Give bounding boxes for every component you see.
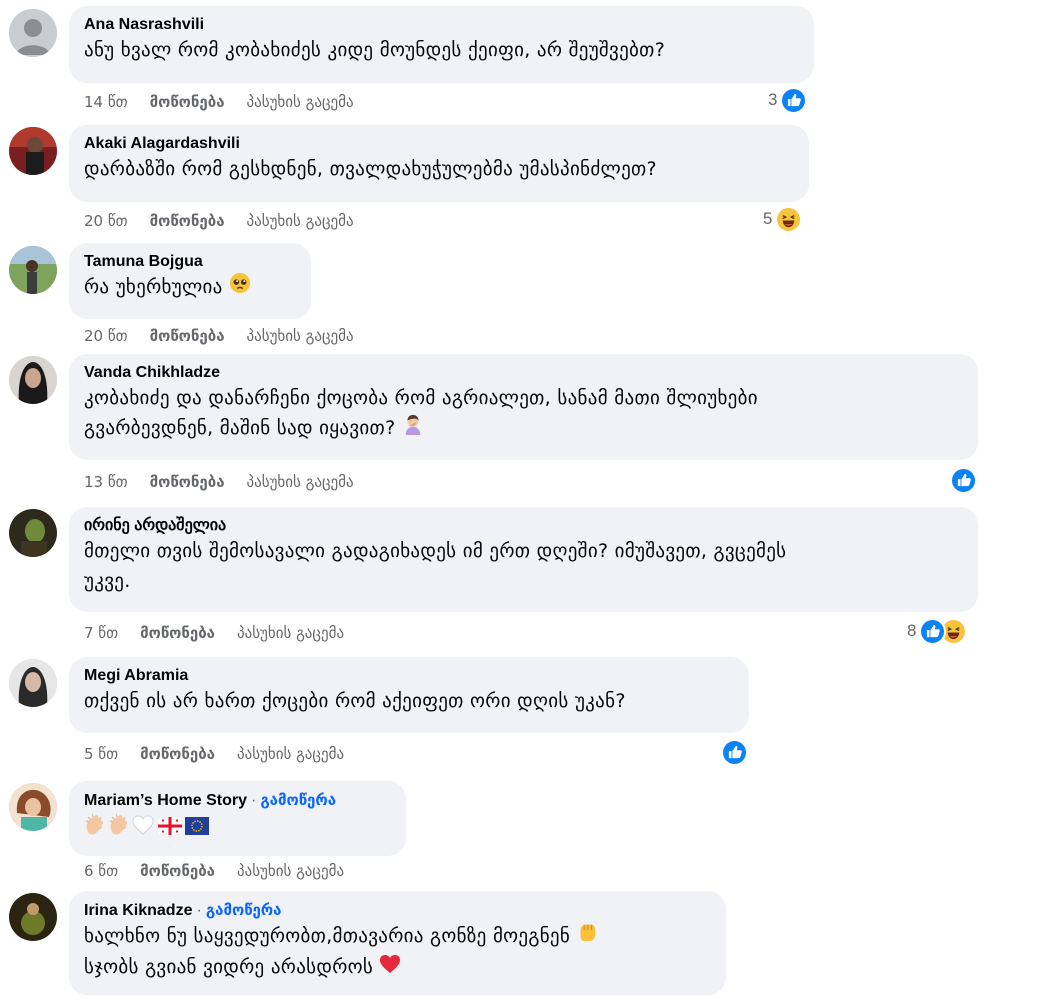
reaction-count: 5 — [763, 209, 773, 228]
reply-button[interactable]: პასუხის გაცემა — [237, 744, 344, 764]
comment-time[interactable]: 14 წთ — [84, 92, 128, 112]
comment-bubble: Ana Nasrashvili ანუ ხვალ რომ კობახიძეს კ… — [69, 6, 814, 83]
like-button[interactable]: მოწონება — [140, 744, 215, 764]
raised-fist-icon — [576, 921, 598, 952]
like-icon — [721, 738, 748, 766]
comment-time[interactable]: 13 წთ — [84, 472, 128, 492]
comment-time[interactable]: 20 წთ — [84, 326, 128, 346]
avatar[interactable] — [9, 356, 57, 404]
reaction-summary[interactable]: 5 — [763, 205, 803, 233]
comment-bubble: Vanda Chikhladze კობახიძე და დანარჩენი ქ… — [69, 354, 978, 460]
comment-actions: 14 წთ მოწონება პასუხის გაცემა — [84, 92, 354, 112]
comment-bubble: Akaki Alagardashvili დარბაზში რომ გესხდნ… — [69, 125, 809, 202]
comment-author[interactable]: Megi Abramia — [84, 667, 188, 684]
comment-bubble: ირინე არდაშელია მთელი თვის შემოსავალი გა… — [69, 507, 978, 612]
comment-author[interactable]: Akaki Alagardashvili — [84, 135, 240, 152]
comment-actions: 6 წთ მოწონება პასუხის გაცემა — [84, 861, 344, 881]
like-icon — [919, 617, 947, 645]
eu-flag-icon — [185, 814, 209, 844]
avatar[interactable] — [9, 9, 57, 57]
comment-author[interactable]: ირინე არდაშელია — [84, 517, 226, 534]
pleading-face-icon — [229, 272, 251, 303]
reply-button[interactable]: პასუხის გაცემა — [247, 211, 354, 231]
like-button[interactable]: მოწონება — [150, 326, 225, 346]
clapping-hands-icon — [84, 813, 108, 844]
reaction-summary[interactable]: 8 — [907, 617, 968, 645]
like-icon — [780, 86, 808, 114]
comment-time[interactable]: 5 წთ — [84, 744, 118, 764]
comment-bubble: Tamuna Bojgua რა უხერხულია — [69, 243, 311, 319]
avatar[interactable] — [9, 246, 57, 294]
comment-actions: 7 წთ მოწონება პასუხის გაცემა — [84, 623, 344, 643]
avatar[interactable] — [9, 659, 57, 707]
like-button[interactable]: მოწონება — [150, 211, 225, 231]
comment-text: მთელი თვის შემოსავალი გადაგიხადეს იმ ერთ… — [84, 540, 787, 592]
comment-text: რა უხერხულია — [84, 272, 296, 303]
like-icon — [950, 466, 977, 494]
reaction-summary[interactable] — [718, 738, 748, 766]
comment-author[interactable]: Mariam’s Home Story — [84, 792, 247, 809]
comment-text: ხალხნო ნუ საყვედურობთ,მთავარია გონზე მოე… — [84, 921, 711, 983]
comment-author[interactable]: Irina Kiknadze — [84, 902, 192, 919]
reply-button[interactable]: პასუხის გაცემა — [237, 623, 344, 643]
comment-actions: 5 წთ მოწონება პასუხის გაცემა — [84, 744, 344, 764]
reply-button[interactable]: პასუხის გაცემა — [247, 472, 354, 492]
reply-button[interactable]: პასუხის გაცემა — [247, 92, 354, 112]
comment-text: დარბაზში რომ გესხდნენ, თვალდახუჭულებმა უ… — [84, 158, 657, 180]
comment-bubble: Irina Kiknadze · გამოწერა ხალხნო ნუ საყვედ… — [69, 891, 726, 995]
comment-author[interactable]: Vanda Chikhladze — [84, 364, 220, 381]
like-button[interactable]: მოწონება — [140, 623, 215, 643]
comment-text: თქვენ ის არ ხართ ქოცები რომ აქეიფეთ ორი … — [84, 690, 626, 712]
reply-button[interactable]: პასუხის გაცემა — [237, 861, 344, 881]
clapping-hands-icon — [108, 813, 132, 844]
red-heart-icon — [379, 953, 401, 983]
comment-actions: 13 წთ მოწონება პასუხის გაცემა — [84, 472, 354, 492]
reaction-summary[interactable]: 3 — [768, 86, 808, 114]
avatar[interactable] — [9, 893, 57, 941]
like-button[interactable]: მოწონება — [150, 472, 225, 492]
georgia-flag-icon — [157, 814, 183, 844]
avatar[interactable] — [9, 127, 57, 175]
reaction-count: 3 — [768, 90, 778, 109]
white-heart-icon — [132, 814, 154, 844]
haha-icon — [775, 205, 803, 233]
comment-text — [84, 811, 391, 844]
comment-bubble: Megi Abramia თქვენ ის არ ხართ ქოცები რომ… — [69, 657, 749, 733]
comment-actions: 20 წთ მოწონება პასუხის გაცემა — [84, 211, 354, 231]
comment-time[interactable]: 7 წთ — [84, 623, 118, 643]
comment-actions: 20 წთ მოწონება პასუხის გაცემა — [84, 326, 354, 346]
person-facepalming-icon — [402, 413, 424, 444]
avatar[interactable] — [9, 783, 57, 831]
comment-text: ანუ ხვალ რომ კობახიძეს კიდე მოუნდეს ქეიფ… — [84, 39, 666, 61]
reaction-count: 8 — [907, 621, 917, 640]
like-button[interactable]: მოწონება — [150, 92, 225, 112]
comment-author[interactable]: Tamuna Bojgua — [84, 253, 203, 270]
comment-time[interactable]: 6 წთ — [84, 861, 118, 881]
reaction-summary[interactable] — [947, 466, 977, 494]
comment-author[interactable]: Ana Nasrashvili — [84, 16, 204, 33]
reply-button[interactable]: პასუხის გაცემა — [247, 326, 354, 346]
follow-button[interactable]: გამოწერა — [260, 791, 336, 809]
like-button[interactable]: მოწონება — [140, 861, 215, 881]
comment-bubble: Mariam’s Home Story · გამოწერა — [69, 781, 406, 856]
comment-text: კობახიძე და დანარჩენი ქოცობა რომ აგრიალე… — [84, 383, 963, 444]
follow-button[interactable]: გამოწერა — [206, 901, 282, 919]
comment-time[interactable]: 20 წთ — [84, 211, 128, 231]
avatar[interactable] — [9, 509, 57, 557]
